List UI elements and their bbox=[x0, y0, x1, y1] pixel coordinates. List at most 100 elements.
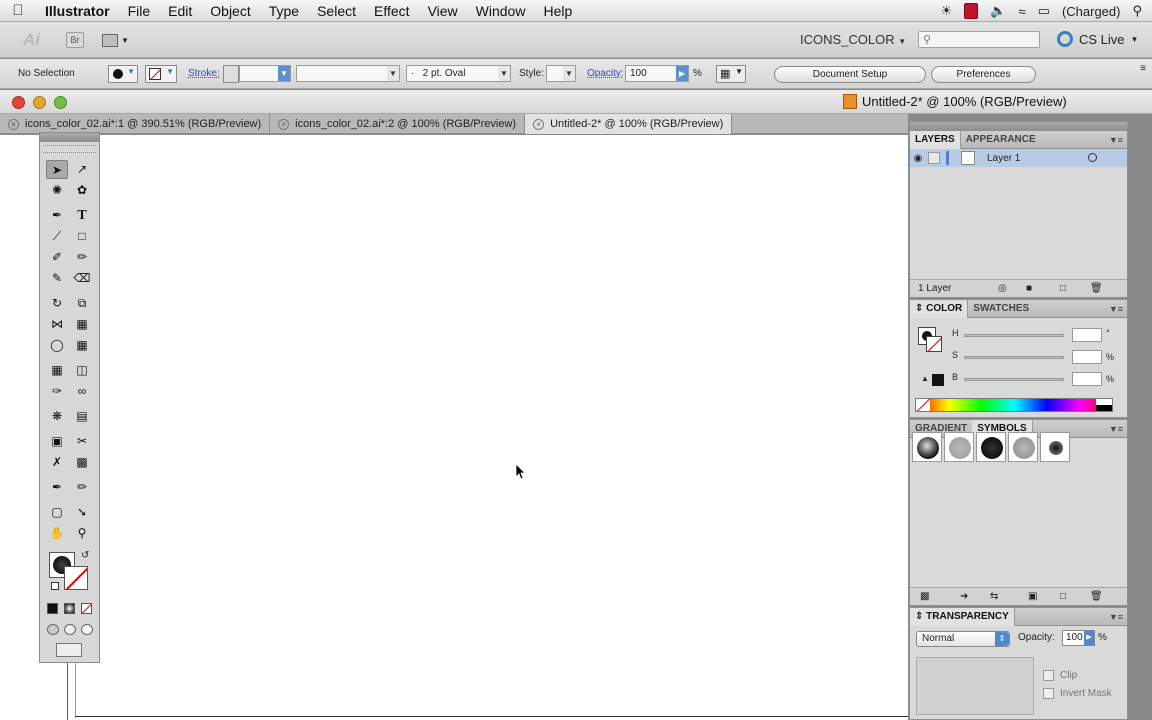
swap-fill-stroke-icon[interactable]: ↺ bbox=[81, 550, 89, 561]
menu-file[interactable]: File bbox=[119, 0, 160, 22]
selection-tool-icon[interactable]: ➤ bbox=[46, 160, 68, 179]
tab-icons-color-1[interactable]: × icons_color_02.ai*:1 @ 390.51% (RGB/Pre… bbox=[0, 114, 271, 134]
tab-icons-color-2[interactable]: × icons_color_02.ai*:2 @ 100% (RGB/Previe… bbox=[270, 114, 526, 134]
graphic-style-dropdown[interactable]: ▼ bbox=[546, 65, 576, 82]
transparency-opacity-input[interactable]: 100 ▶ bbox=[1062, 630, 1095, 646]
apple-menu-icon[interactable]:  bbox=[0, 2, 36, 19]
none-color-icon[interactable] bbox=[916, 399, 930, 411]
tab-transparency[interactable]: ⇕ TRANSPARENCY bbox=[910, 607, 1015, 626]
search-input[interactable]: ⚲ bbox=[918, 31, 1040, 48]
slice-tool-icon[interactable]: ✂ bbox=[71, 432, 93, 451]
magic-wand-tool-icon[interactable]: ✺ bbox=[46, 181, 68, 200]
scissors-tool-icon[interactable]: ✗ bbox=[46, 453, 68, 472]
brush-dropdown[interactable]: · 2 pt. Oval ▼ bbox=[406, 65, 511, 82]
brightness-icon[interactable]: ☀ bbox=[941, 3, 953, 19]
artboard-tool-icon[interactable]: ▣ bbox=[46, 432, 68, 451]
gradient-mode-icon[interactable] bbox=[64, 603, 75, 614]
draw-normal-icon[interactable] bbox=[47, 624, 59, 635]
draw-inside-icon[interactable] bbox=[81, 624, 93, 635]
new-sublayer-icon[interactable]: □ bbox=[1060, 280, 1066, 298]
new-symbol-icon[interactable]: □ bbox=[1060, 588, 1066, 606]
delete-layer-icon[interactable]: 🗑 bbox=[1090, 280, 1103, 298]
zoom-window-button[interactable] bbox=[54, 96, 67, 109]
none-mode-icon[interactable] bbox=[81, 603, 92, 614]
visibility-eye-icon[interactable]: ◉ bbox=[910, 153, 926, 164]
default-colors-icon[interactable] bbox=[51, 582, 59, 590]
spotlight-icon[interactable]: ⚲ bbox=[1132, 3, 1142, 19]
tab-color[interactable]: ⇕ COLOR bbox=[910, 299, 969, 318]
bridge-button[interactable]: Br bbox=[66, 32, 84, 48]
draw-behind-icon[interactable] bbox=[64, 624, 76, 635]
target-icon[interactable] bbox=[1088, 153, 1097, 162]
menu-view[interactable]: View bbox=[419, 0, 467, 22]
stroke-color-box[interactable] bbox=[64, 566, 88, 590]
panel-menu-icon[interactable]: ▼≡ bbox=[1109, 304, 1123, 314]
gradient-tool-icon[interactable]: ◫ bbox=[71, 361, 93, 380]
pencil-tool-icon[interactable]: ✏ bbox=[71, 248, 93, 267]
pen-tool-icon[interactable]: ✒ bbox=[46, 206, 68, 225]
menu-app[interactable]: Illustrator bbox=[36, 0, 119, 22]
panel-menu-icon[interactable]: ≡ bbox=[1140, 63, 1146, 74]
menu-type[interactable]: Type bbox=[260, 0, 308, 22]
align-options-button[interactable]: ▦ ▼ bbox=[716, 65, 746, 83]
tools-panel-header[interactable] bbox=[40, 133, 99, 142]
locate-object-icon[interactable]: ◎ bbox=[998, 280, 1007, 298]
menu-edit[interactable]: Edit bbox=[159, 0, 201, 22]
clip-checkbox[interactable] bbox=[1043, 670, 1054, 681]
color-spectrum-bar[interactable] bbox=[915, 398, 1113, 412]
stroke-weight-stepper[interactable] bbox=[223, 65, 239, 83]
saturation-input[interactable] bbox=[1072, 350, 1102, 364]
variable-width-dropdown[interactable]: ▼ bbox=[296, 65, 400, 82]
tools-grip[interactable] bbox=[43, 145, 96, 153]
symbol-swatch[interactable] bbox=[976, 432, 1006, 462]
opacity-input[interactable]: 100 ▶ bbox=[625, 65, 689, 82]
layer-row[interactable]: ◉ Layer 1 bbox=[910, 149, 1127, 167]
make-clipping-mask-icon[interactable]: ■ bbox=[1026, 280, 1032, 298]
saturation-slider[interactable]: S% bbox=[952, 350, 1132, 364]
rectangle-tool-icon[interactable]: □ bbox=[71, 227, 93, 246]
wifi-icon[interactable]: ≈ bbox=[1019, 4, 1026, 19]
panel-menu-icon[interactable]: ▼≡ bbox=[1109, 612, 1123, 622]
symbol-swatch[interactable] bbox=[1008, 432, 1038, 462]
color-mode-icon[interactable] bbox=[47, 603, 58, 614]
color-stroke-box[interactable] bbox=[926, 336, 942, 352]
mask-thumbnail[interactable] bbox=[916, 657, 1034, 715]
tab-swatches[interactable]: SWATCHES bbox=[968, 300, 1034, 318]
pencil-tool-alt-icon[interactable]: ✏ bbox=[71, 478, 93, 497]
brightness-input[interactable] bbox=[1072, 372, 1102, 386]
break-link-icon[interactable]: ⇆ bbox=[990, 588, 998, 606]
width-tool-icon[interactable]: ⋈ bbox=[46, 315, 68, 334]
battery-icon[interactable]: ▭ bbox=[1038, 3, 1050, 19]
menu-object[interactable]: Object bbox=[201, 0, 259, 22]
symbol-swatch[interactable] bbox=[944, 432, 974, 462]
close-icon[interactable]: × bbox=[8, 118, 19, 130]
zoom-tool-icon[interactable]: ⚲ bbox=[71, 524, 93, 543]
stroke-swatch[interactable]: ▼ bbox=[145, 65, 177, 83]
document-setup-button[interactable]: Document Setup bbox=[774, 66, 926, 83]
brightness-slider[interactable]: B% bbox=[952, 372, 1132, 386]
type-tool-icon[interactable]: T bbox=[71, 206, 93, 225]
symbol-swatch[interactable] bbox=[1040, 432, 1070, 462]
symbol-sprayer-tool-icon[interactable]: ❋ bbox=[46, 407, 68, 426]
blend-mode-select[interactable]: Normal ⇕ bbox=[916, 631, 1010, 647]
menu-select[interactable]: Select bbox=[308, 0, 365, 22]
last-color-swatch[interactable] bbox=[932, 374, 944, 386]
blend-tool-icon[interactable]: ∞ bbox=[71, 382, 93, 401]
symbol-options-icon[interactable]: ▣ bbox=[1028, 588, 1037, 606]
preferences-button[interactable]: Preferences bbox=[931, 66, 1036, 83]
shape-builder-tool-icon[interactable]: ◯ bbox=[46, 336, 68, 355]
lasso-tool-icon[interactable]: ✿ bbox=[71, 181, 93, 200]
tab-layers[interactable]: LAYERS bbox=[910, 130, 961, 149]
layer-name[interactable]: Layer 1 bbox=[987, 153, 1020, 164]
crop-tool-icon[interactable]: ▢ bbox=[46, 503, 68, 522]
battery-status[interactable]: (Charged) bbox=[1062, 4, 1121, 19]
scale-tool-icon[interactable]: ⧉ bbox=[71, 294, 93, 313]
cs-live-menu[interactable]: CS Live ▼ bbox=[1057, 31, 1138, 47]
volume-icon[interactable]: 🔈 bbox=[990, 3, 1006, 19]
mesh-tool-icon[interactable]: ▦ bbox=[46, 361, 68, 380]
tab-appearance[interactable]: APPEARANCE bbox=[961, 131, 1041, 149]
symbol-library-icon[interactable]: ▩ bbox=[920, 588, 929, 606]
hand-tool-icon[interactable]: ✋ bbox=[46, 524, 68, 543]
symbol-swatch[interactable] bbox=[912, 432, 942, 462]
fill-swatch[interactable]: ▼ bbox=[108, 65, 138, 83]
